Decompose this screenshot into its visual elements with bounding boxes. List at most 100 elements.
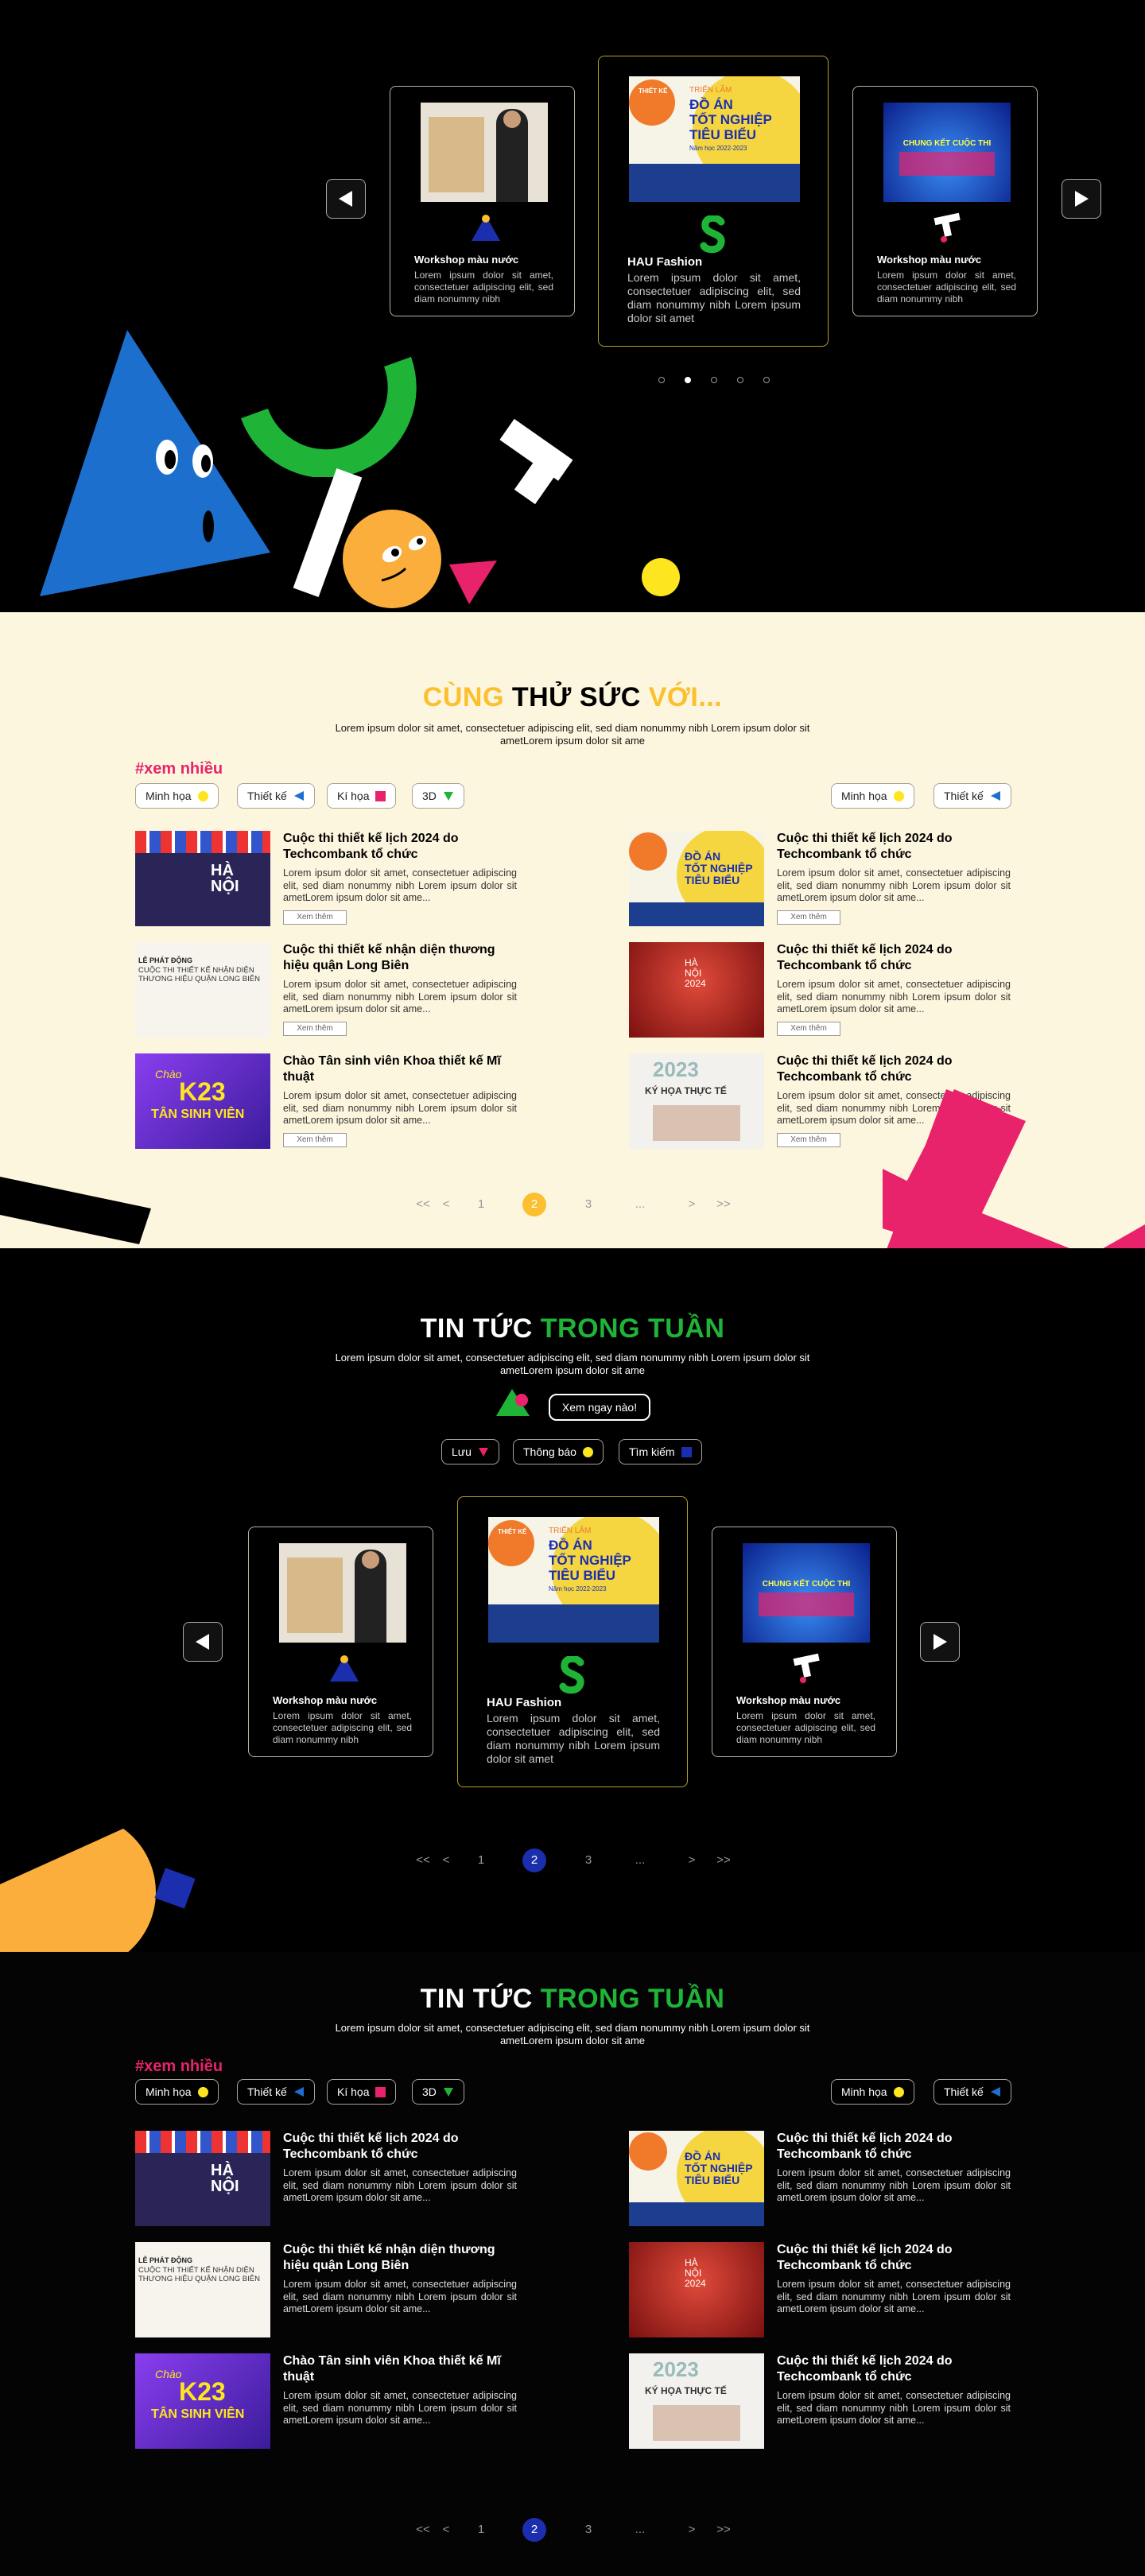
page-last-button[interactable]: >>	[712, 1849, 736, 1872]
carousel-card-center[interactable]: THIẾT KẾ TRIỂN LÃM ĐỒ ÁN TỐT NGHIỆP TIÊU…	[598, 56, 829, 347]
read-more-button[interactable]: Xem thêm	[777, 910, 840, 925]
page-2-button-active[interactable]: 2	[522, 1849, 546, 1872]
triangle-right-icon	[1075, 191, 1089, 207]
news-list-item[interactable]: HÀ NỘI 2024 Cuộc thi thiết kế lịch 2024 do…	[629, 2242, 1011, 2344]
triangle-left-icon	[196, 1634, 209, 1650]
carousel-prev-button[interactable]	[183, 1622, 223, 1662]
filter-chip-thiet-ke-right[interactable]: Thiết kế	[933, 783, 1011, 809]
read-more-button[interactable]: Xem thêm	[283, 910, 347, 925]
section-subtitle: Lorem ipsum dolor sit amet, consectetuer…	[335, 722, 810, 747]
carousel-card-left[interactable]: Workshop màu nước Lorem ipsum dolor sit …	[390, 86, 575, 316]
news-list-item[interactable]: Chào K23 TÂN SINH VIÊN Chào Tân sinh viê…	[135, 2353, 517, 2455]
page-3-button[interactable]: 3	[576, 1849, 600, 1872]
read-more-button[interactable]: Xem thêm	[283, 1022, 347, 1036]
section-title: TIN TỨC TRONG TUẦN	[420, 1984, 725, 2014]
carousel-prev-button[interactable]	[326, 179, 366, 219]
triangle-right-icon	[933, 1634, 947, 1650]
yellow-dot-shape	[642, 558, 680, 596]
card-desc: Lorem ipsum dolor sit amet, consectetuer…	[736, 1710, 875, 1745]
page-1-button[interactable]: 1	[469, 2518, 493, 2542]
page-prev-button[interactable]: <	[434, 1849, 458, 1872]
see-now-button[interactable]: Xem ngay nào!	[549, 1394, 650, 1421]
news-list-item[interactable]: HÀ NỘI Cuộc thi thiết kế lịch 2024 do Tec…	[135, 2131, 517, 2233]
carousel-dot[interactable]	[658, 377, 665, 383]
page-prev-button[interactable]: <	[434, 2518, 458, 2542]
filter-chip-thiet-ke[interactable]: Thiết kế	[237, 783, 315, 809]
carousel-dot[interactable]	[737, 377, 743, 383]
item-title: Cuộc thi thiết kế lịch 2024 do Techcomba…	[777, 2354, 953, 2384]
orange-face-shape	[343, 510, 441, 608]
page-1-button[interactable]: 1	[469, 1193, 493, 1216]
news-list-item[interactable]: LỄ PHÁT ĐỘNG CUỘC THI THIẾT KẾ NHẬN DIỆN…	[135, 2242, 517, 2344]
carousel-dot[interactable]	[763, 377, 770, 383]
read-more-button[interactable]: Xem thêm	[777, 1022, 840, 1036]
page-next-button[interactable]: >	[680, 2518, 704, 2542]
blue-triangle-icon	[293, 2087, 304, 2097]
contest-list-item[interactable]: Chào K23 TÂN SINH VIÊN Chào Tân sinh viê…	[135, 1053, 517, 1155]
page-3-button[interactable]: 3	[576, 1193, 600, 1216]
page-next-button[interactable]: >	[680, 1849, 704, 1872]
item-desc: Lorem ipsum dolor sit amet, consectetuer…	[283, 2390, 517, 2426]
news-list-item[interactable]: 2023 KÝ HỌA THỰC TẾ Cuộc thi thiết kế lị…	[629, 2353, 1011, 2455]
filter-chip-minh-hoa[interactable]: Minh họa	[135, 783, 219, 809]
news-card-right[interactable]: CHUNG KẾT CUỘC THI Workshop màu nước Lor…	[712, 1527, 897, 1757]
blue-triangle-icon	[990, 791, 1000, 801]
page-last-button[interactable]: >>	[712, 2518, 736, 2542]
filter-chip-tim-kiem[interactable]: Tìm kiếm	[619, 1439, 702, 1465]
item-desc: Lorem ipsum dolor sit amet, consectetuer…	[777, 2390, 1011, 2426]
filter-chip-thiet-ke-right[interactable]: Thiết kế	[933, 2079, 1011, 2105]
triangle-dot-icon	[330, 1655, 359, 1682]
contest-list-item[interactable]: HÀ NỘI 2024 Cuộc thi thiết kế lịch 2024 do…	[629, 942, 1011, 1044]
page-2-button-active[interactable]: 2	[522, 1193, 546, 1216]
card-desc: Lorem ipsum dolor sit amet, consectetuer…	[877, 270, 1016, 305]
filter-chip-minh-hoa[interactable]: Minh họa	[135, 2079, 219, 2105]
page-last-button[interactable]: >>	[712, 1193, 736, 1216]
carousel-next-button[interactable]	[1062, 179, 1101, 219]
item-title: Cuộc thi thiết kế nhận diện thương hiệu …	[283, 943, 495, 972]
filter-chip-thong-bao[interactable]: Thông báo	[513, 1439, 604, 1465]
page-prev-button[interactable]: <	[434, 1193, 458, 1216]
pink-square-icon	[375, 2086, 386, 2097]
filter-chip-luu[interactable]: Lưu	[441, 1439, 499, 1465]
news-card-left[interactable]: Workshop màu nước Lorem ipsum dolor sit …	[248, 1527, 433, 1757]
page-first-button[interactable]: <<	[411, 1193, 435, 1216]
page-first-button[interactable]: <<	[411, 1849, 435, 1872]
carousel-dot-active[interactable]	[685, 377, 691, 383]
page-3-button[interactable]: 3	[576, 2518, 600, 2542]
carousel-dot[interactable]	[711, 377, 717, 383]
green-triangle-icon	[443, 792, 453, 801]
filter-chip-ki-hoa[interactable]: Kí họa	[327, 783, 397, 809]
carousel-next-button[interactable]	[920, 1622, 960, 1662]
ky-hoa-thumb: 2023 KÝ HỌA THỰC TẾ	[629, 1053, 764, 1149]
section-subtitle: Lorem ipsum dolor sit amet, consectetuer…	[335, 2022, 810, 2046]
page-ellipsis: ...	[635, 1853, 646, 1867]
filter-chip-thiet-ke[interactable]: Thiết kế	[237, 2079, 315, 2105]
page-2-button-active[interactable]: 2	[522, 2518, 546, 2542]
item-desc: Lorem ipsum dolor sit amet, consectetuer…	[777, 979, 1011, 1014]
news-list-section: TIN TỨC TRONG TUẦN Lorem ipsum dolor sit…	[0, 1952, 1145, 2576]
filter-chip-3d[interactable]: 3D	[412, 2079, 464, 2105]
long-bien-thumb: LỄ PHÁT ĐỘNG CUỘC THI THIẾT KẾ NHẬN DIỆN…	[135, 942, 270, 1038]
news-list-item[interactable]: ĐỒ ÁN TỐT NGHIỆP TIÊU BIỂU Cuộc thi thiết …	[629, 2131, 1011, 2233]
contest-list-item[interactable]: HÀ NỘI Cuộc thi thiết kế lịch 2024 do Tec…	[135, 831, 517, 933]
read-more-button[interactable]: Xem thêm	[283, 1133, 347, 1147]
hero-carousel-section: Workshop màu nước Lorem ipsum dolor sit …	[0, 0, 1145, 612]
item-title: Cuộc thi thiết kế nhận diện thương hiệu …	[283, 2243, 495, 2272]
news-card-center[interactable]: THIẾT KẾ TRIỂN LÃM ĐỒ ÁN TỐT NGHIỆP TIÊU…	[457, 1496, 688, 1787]
filter-chip-minh-hoa-right[interactable]: Minh họa	[831, 783, 914, 809]
page-1-button[interactable]: 1	[469, 1849, 493, 1872]
filter-chip-minh-hoa-right[interactable]: Minh họa	[831, 2079, 914, 2105]
long-bien-thumb: LỄ PHÁT ĐỘNG CUỘC THI THIẾT KẾ NHẬN DIỆN…	[135, 2242, 270, 2337]
green-triangle-icon	[443, 2088, 453, 2097]
read-more-button[interactable]: Xem thêm	[777, 1133, 840, 1147]
page-first-button[interactable]: <<	[411, 2518, 435, 2542]
filter-chip-ki-hoa[interactable]: Kí họa	[327, 2079, 397, 2105]
workshop-photo	[279, 1543, 406, 1643]
page-next-button[interactable]: >	[680, 1193, 704, 1216]
contest-list-item[interactable]: LỄ PHÁT ĐỘNG CUỘC THI THIẾT KẾ NHẬN DIỆN…	[135, 942, 517, 1044]
pink-triangle-icon	[478, 1448, 488, 1457]
contest-list-item[interactable]: ĐỒ ÁN TỐT NGHIỆP TIÊU BIỂU Cuộc thi thiết …	[629, 831, 1011, 933]
green-arc-shape	[241, 356, 417, 477]
carousel-card-right[interactable]: CHUNG KẾT CUỘC THI Workshop màu nước Lor…	[852, 86, 1038, 316]
filter-chip-3d[interactable]: 3D	[412, 783, 464, 809]
